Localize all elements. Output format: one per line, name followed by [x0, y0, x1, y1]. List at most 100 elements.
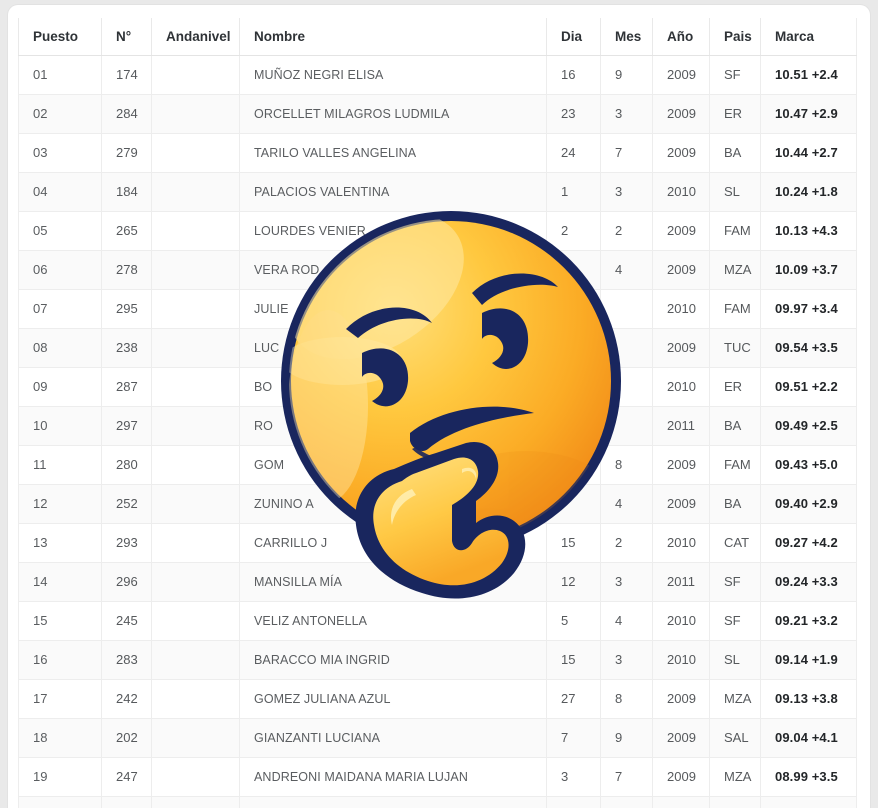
table-row[interactable]: 17 242 GOMEZ JULIANA AZUL 27 8 2009 MZA 09.13 +…	[18, 679, 857, 719]
cell-numero: 202	[101, 718, 152, 758]
cell-andanivel	[151, 523, 240, 563]
cell-nombre: ORCELLET MILAGROS LUDMILA	[239, 94, 547, 134]
table-row[interactable]: 02 284 ORCELLET MILAGROS LUDMILA 23 3 2009 ER 1…	[18, 94, 857, 134]
column-header-nombre[interactable]: Nombre	[239, 18, 547, 56]
cell-mes: 8	[600, 679, 653, 719]
cell-marca: 08.88 +2.2	[760, 796, 857, 808]
cell-anio: 2010	[652, 523, 710, 563]
cell-anio: 2010	[652, 367, 710, 407]
cell-pais: TUC	[709, 328, 761, 368]
cell-pais: SL	[709, 172, 761, 212]
cell-dia	[546, 328, 601, 368]
cell-nombre: JULIE	[239, 289, 547, 329]
table-row[interactable]: 09 287 BO 2010 ER 09.51 +2.2	[18, 367, 857, 407]
cell-anio: 2009	[652, 679, 710, 719]
cell-nombre: ANDREONI MAIDANA MARIA LUJAN	[239, 757, 547, 797]
cell-andanivel	[151, 211, 240, 251]
cell-mes: 9	[600, 55, 653, 95]
cell-puesto: 17	[18, 679, 102, 719]
cell-pais: FAM	[709, 289, 761, 329]
cell-mes: 4	[600, 601, 653, 641]
cell-mes: 7	[600, 757, 653, 797]
screenshot-root: Puesto N° Andanivel Nombre Dia Mes Año P…	[0, 0, 878, 808]
table-body: 01 174 MUÑOZ NEGRI ELISA 16 9 2009 SF 10.51 +2.…	[18, 55, 857, 808]
cell-marca: 09.21 +3.2	[760, 601, 857, 641]
cell-andanivel	[151, 601, 240, 641]
cell-puesto: 06	[18, 250, 102, 290]
cell-pais: SF	[709, 55, 761, 95]
cell-puesto: 14	[18, 562, 102, 602]
column-header-pais[interactable]: Pais	[709, 18, 761, 56]
table-row[interactable]: 14 296 MANSILLA MÍA 12 3 2011 SF 09.24 +3.3	[18, 562, 857, 602]
cell-anio: 2010	[652, 640, 710, 680]
table-row[interactable]: 11 280 GOM 8 2009 FAM 09.43 +5.0	[18, 445, 857, 485]
cell-anio: 2009	[652, 328, 710, 368]
cell-mes: 8	[600, 796, 653, 808]
column-header-anio[interactable]: Año	[652, 18, 710, 56]
table-row[interactable]: 16 283 BARACCO MIA INGRID 15 3 2010 SL 09.14 +1…	[18, 640, 857, 680]
cell-numero: 284	[101, 94, 152, 134]
cell-andanivel	[151, 94, 240, 134]
cell-marca: 08.99 +3.5	[760, 757, 857, 797]
cell-dia	[546, 406, 601, 446]
cell-marca: 10.51 +2.4	[760, 55, 857, 95]
cell-pais: ER	[709, 367, 761, 407]
cell-pais: SAL	[709, 718, 761, 758]
cell-marca: 09.13 +3.8	[760, 679, 857, 719]
table-row[interactable]: 04 184 PALACIOS VALENTINA 1 3 2010 SL 10.24 +1.…	[18, 172, 857, 212]
cell-numero: 248	[101, 796, 152, 808]
cell-mes	[600, 406, 653, 446]
table-row[interactable]: 01 174 MUÑOZ NEGRI ELISA 16 9 2009 SF 10.51 +2.…	[18, 55, 857, 95]
cell-andanivel	[151, 289, 240, 329]
cell-dia	[546, 445, 601, 485]
cell-dia: 23	[546, 94, 601, 134]
cell-puesto: 05	[18, 211, 102, 251]
cell-pais: CAT	[709, 523, 761, 563]
cell-puesto: 04	[18, 172, 102, 212]
cell-anio: 2010	[652, 601, 710, 641]
cell-anio: 2009	[652, 757, 710, 797]
table-row[interactable]: 10 297 RO 2011 BA 09.49 +2.5	[18, 406, 857, 446]
column-header-marca[interactable]: Marca	[760, 18, 857, 56]
table-row[interactable]: 15 245 VELIZ ANTONELLA 5 4 2010 SF 09.21 +3.2	[18, 601, 857, 641]
cell-nombre: LUC	[239, 328, 547, 368]
cell-mes	[600, 289, 653, 329]
cell-marca: 09.04 +4.1	[760, 718, 857, 758]
cell-numero: 293	[101, 523, 152, 563]
cell-puesto: 10	[18, 406, 102, 446]
cell-pais: SF	[709, 601, 761, 641]
cell-dia: 1	[546, 172, 601, 212]
cell-numero: 174	[101, 55, 152, 95]
cell-marca: 10.09 +3.7	[760, 250, 857, 290]
cell-marca: 10.47 +2.9	[760, 94, 857, 134]
table-row[interactable]: 08 238 LUC 2009 TUC 09.54 +3.5	[18, 328, 857, 368]
cell-dia: 22	[546, 796, 601, 808]
table-row[interactable]: 20248 STAGNARI LETICIA SOFIA2282009COR08.…	[18, 796, 857, 808]
column-header-andanivel[interactable]: Andanivel	[151, 18, 240, 56]
cell-mes	[600, 367, 653, 407]
cell-nombre: PALACIOS VALENTINA	[239, 172, 547, 212]
table-row[interactable]: 13 293 CARRILLO J 15 2 2010 CAT 09.27 +4.2	[18, 523, 857, 563]
results-table-container: Puesto N° Andanivel Nombre Dia Mes Año P…	[18, 18, 857, 808]
table-row[interactable]: 06 278 VERA ROD 4 2009 MZA 10.09 +3.7	[18, 250, 857, 290]
cell-puesto: 13	[18, 523, 102, 563]
table-row[interactable]: 19 247 ANDREONI MAIDANA MARIA LUJAN 3 7 2009 M…	[18, 757, 857, 797]
column-header-dia[interactable]: Dia	[546, 18, 601, 56]
cell-andanivel	[151, 718, 240, 758]
column-header-numero[interactable]: N°	[101, 18, 152, 56]
cell-dia	[546, 289, 601, 329]
cell-mes: 3	[600, 94, 653, 134]
table-row[interactable]: 12 252 ZUNINO A 4 2009 BA 09.40 +2.9	[18, 484, 857, 524]
cell-dia: 27	[546, 679, 601, 719]
cell-anio: 2010	[652, 172, 710, 212]
column-header-puesto[interactable]: Puesto	[18, 18, 102, 56]
table-row[interactable]: 05 265 LOURDES VENIER 2 2 2009 FAM 10.13 +4.3	[18, 211, 857, 251]
cell-nombre: GOMEZ JULIANA AZUL	[239, 679, 547, 719]
table-row[interactable]: 03 279 TARILO VALLES ANGELINA 24 7 2009 BA 10.4…	[18, 133, 857, 173]
cell-puesto: 18	[18, 718, 102, 758]
cell-marca: 09.14 +1.9	[760, 640, 857, 680]
column-header-mes[interactable]: Mes	[600, 18, 653, 56]
table-row[interactable]: 18 202 GIANZANTI LUCIANA 7 9 2009 SAL 09.04 +4.…	[18, 718, 857, 758]
cell-pais: FAM	[709, 211, 761, 251]
table-row[interactable]: 07 295 JULIE 2010 FAM 09.97 +3.4	[18, 289, 857, 329]
